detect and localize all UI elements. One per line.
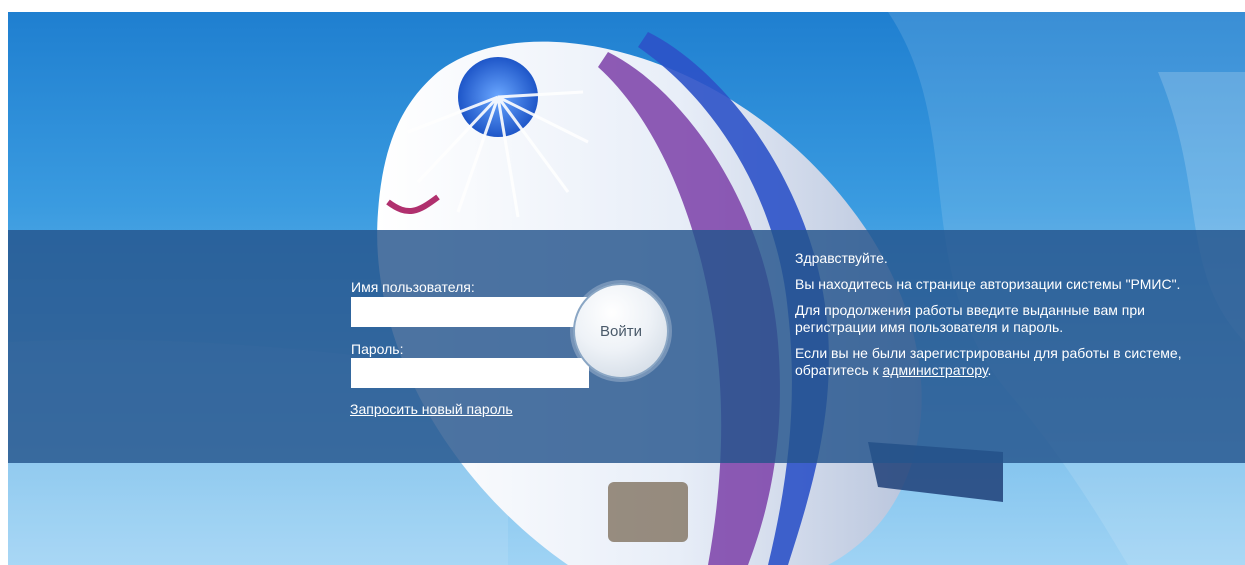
greeting-text: Здравствуйте.	[795, 250, 888, 266]
username-label: Имя пользователя:	[351, 279, 475, 295]
info-text-2: Для продолжения работы введите выданные …	[795, 302, 1145, 335]
username-input[interactable]	[351, 297, 589, 327]
info-text-3-suffix: .	[987, 362, 992, 378]
login-button[interactable]: Войти	[573, 283, 669, 379]
info-text-3: Если вы не были зарегистрированы для раб…	[795, 345, 1205, 379]
info-panel: Здравствуйте. Вы находитесь на странице …	[795, 250, 1205, 388]
administrator-link[interactable]: администратору	[883, 362, 988, 378]
request-new-password-link[interactable]: Запросить новый пароль	[350, 401, 513, 417]
info-text-1: Вы находитесь на странице авторизации си…	[795, 276, 1181, 292]
password-label: Пароль:	[351, 341, 404, 357]
password-input[interactable]	[351, 358, 589, 388]
